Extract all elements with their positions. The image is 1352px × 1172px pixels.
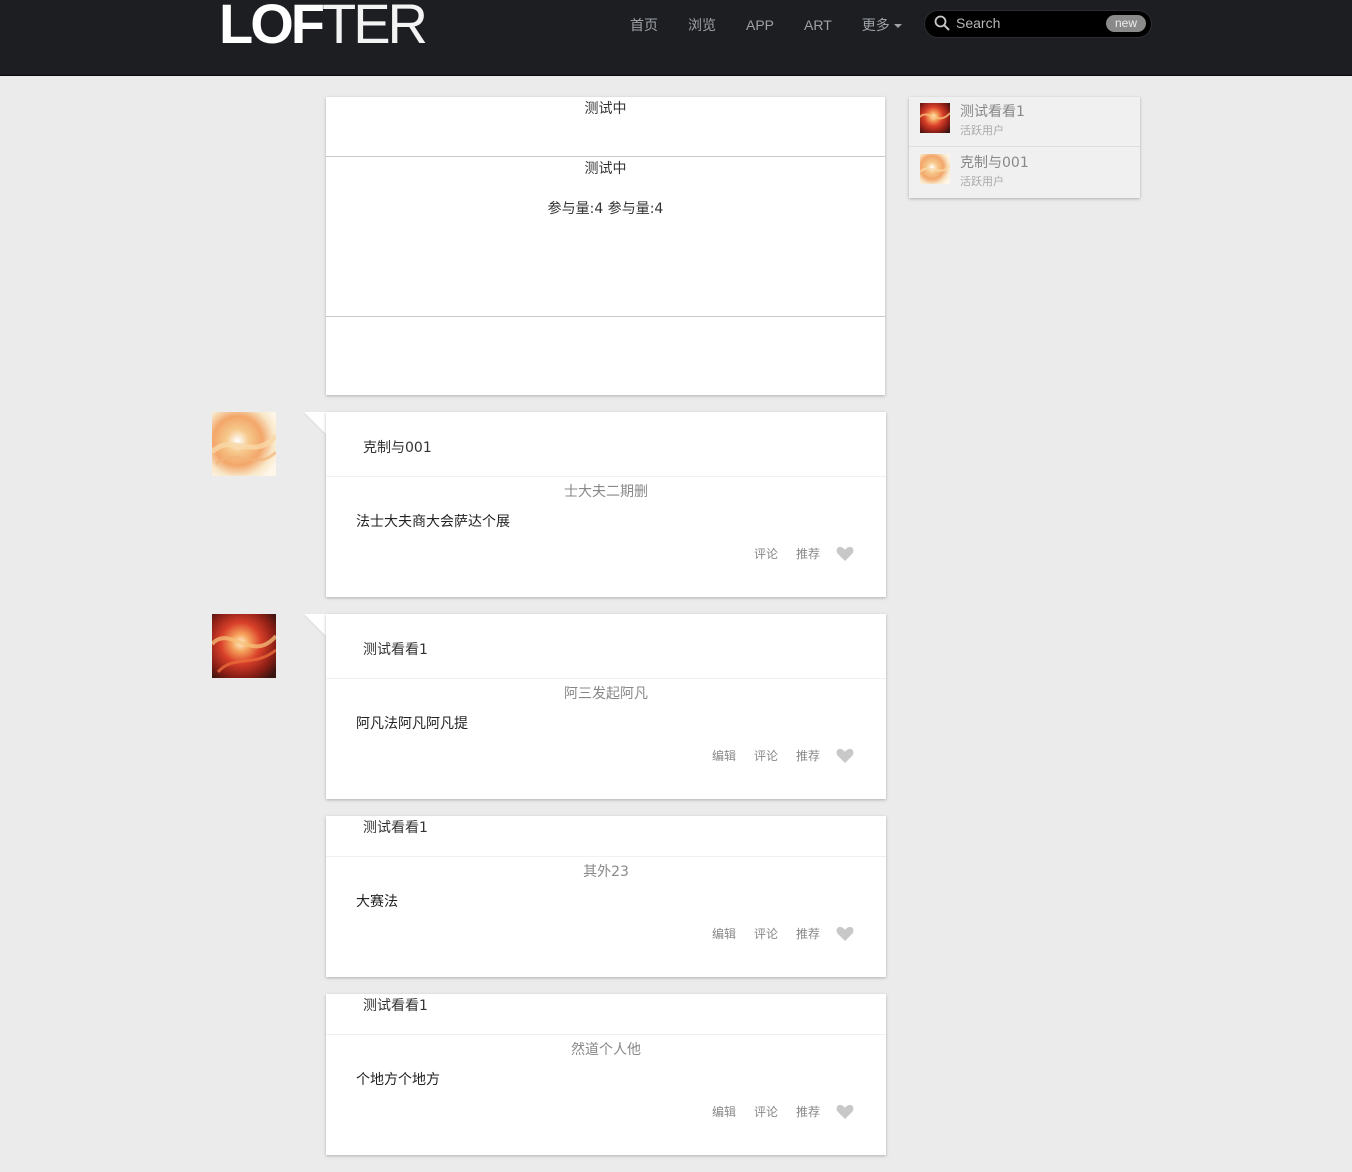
post-actions: 编辑 评论 推荐 [694,747,854,764]
avatar[interactable] [212,614,276,678]
recommend-button[interactable]: 推荐 [796,747,820,764]
post-body: 阿凡法阿凡阿凡提 [356,716,468,732]
comment-button[interactable]: 评论 [754,747,778,764]
nav-more[interactable]: 更多 [862,16,902,34]
sidebar-user-name[interactable]: 测试看看1 [960,101,1025,121]
post-card: 测试看看1 然道个人他 个地方个地方 编辑 评论 推荐 [326,994,886,1155]
post-author[interactable]: 测试看看1 [363,817,428,837]
active-users-panel: 测试看看1 活跃用户 克制与001 活跃用户 [909,97,1140,198]
vote-stats: 参与量:4 参与量:4 [547,201,664,217]
sidebar-user-item[interactable]: 测试看看1 活跃用户 [909,97,1140,147]
recommend-button[interactable]: 推荐 [796,925,820,942]
edit-button[interactable]: 编辑 [712,747,736,764]
post-title[interactable]: 阿三发起阿凡 [326,683,886,703]
caret-down-icon [893,24,902,29]
top-navbar: LOFTER 首页 浏览 APP ART 更多 new [0,0,1352,76]
edit-button[interactable]: 编辑 [712,925,736,942]
post-body: 个地方个地方 [356,1072,440,1088]
search-icon [934,15,950,31]
post-card: 克制与001 士大夫二期删 法士大夫商大会萨达个展 评论 推荐 [326,412,886,597]
post-author[interactable]: 克制与001 [363,437,432,457]
heart-icon[interactable] [836,926,854,942]
edit-button[interactable]: 编辑 [712,1103,736,1120]
post-body: 大赛法 [356,894,398,910]
heart-icon[interactable] [836,1104,854,1120]
main-nav: 首页 浏览 APP ART 更多 [630,16,932,34]
lofter-logo[interactable]: LOFTER [219,0,428,52]
divider [326,476,886,477]
comment-button[interactable]: 评论 [754,545,778,562]
post-title[interactable]: 然道个人他 [326,1039,886,1059]
sidebar-user-status: 活跃用户 [960,124,1004,137]
user-thumbnail [920,103,950,133]
nav-more-label: 更多 [861,17,890,33]
post-card: 测试看看1 阿三发起阿凡 阿凡法阿凡阿凡提 编辑 评论 推荐 [326,614,886,799]
divider [326,316,885,317]
divider [909,146,1140,147]
speech-tail [304,412,326,434]
comment-button[interactable]: 评论 [754,1103,778,1120]
search-input[interactable] [956,13,1096,33]
post-author[interactable]: 测试看看1 [363,995,428,1015]
recommend-button[interactable]: 推荐 [796,545,820,562]
nav-browse[interactable]: 浏览 [688,16,716,34]
post-body: 法士大夫商大会萨达个展 [356,514,510,530]
post-author[interactable]: 测试看看1 [363,639,428,659]
post-card: 测试看看1 其外23 大赛法 编辑 评论 推荐 [326,816,886,977]
post-actions: 编辑 评论 推荐 [694,1103,854,1120]
divider [326,856,886,857]
nav-app[interactable]: APP [746,16,774,34]
vote-card: 测试中 测试中 参与量:4 参与量:4 [326,97,885,395]
heart-icon[interactable] [836,748,854,764]
heart-icon[interactable] [836,546,854,562]
divider [326,1034,886,1035]
divider [326,678,886,679]
post-title[interactable]: 士大夫二期删 [326,481,886,501]
sidebar-user-status: 活跃用户 [960,175,1004,188]
sidebar-user-name[interactable]: 克制与001 [960,152,1029,172]
vote-title: 测试中 [584,101,627,117]
nav-home[interactable]: 首页 [630,16,658,34]
new-badge[interactable]: new [1105,15,1146,32]
logo-text-thin: TER [321,0,428,55]
vote-subtitle: 测试中 [584,161,627,177]
sidebar-user-item[interactable]: 克制与001 活跃用户 [909,148,1140,198]
comment-button[interactable]: 评论 [754,925,778,942]
recommend-button[interactable]: 推荐 [796,1103,820,1120]
post-title[interactable]: 其外23 [326,861,886,881]
divider [326,156,885,157]
user-thumbnail [920,154,950,184]
search-box: new [924,10,1152,38]
post-actions: 评论 推荐 [736,545,854,562]
avatar[interactable] [212,412,276,476]
nav-art[interactable]: ART [804,16,832,34]
speech-tail [304,614,326,636]
logo-text-bold: LOF [219,0,325,55]
post-actions: 编辑 评论 推荐 [694,925,854,942]
